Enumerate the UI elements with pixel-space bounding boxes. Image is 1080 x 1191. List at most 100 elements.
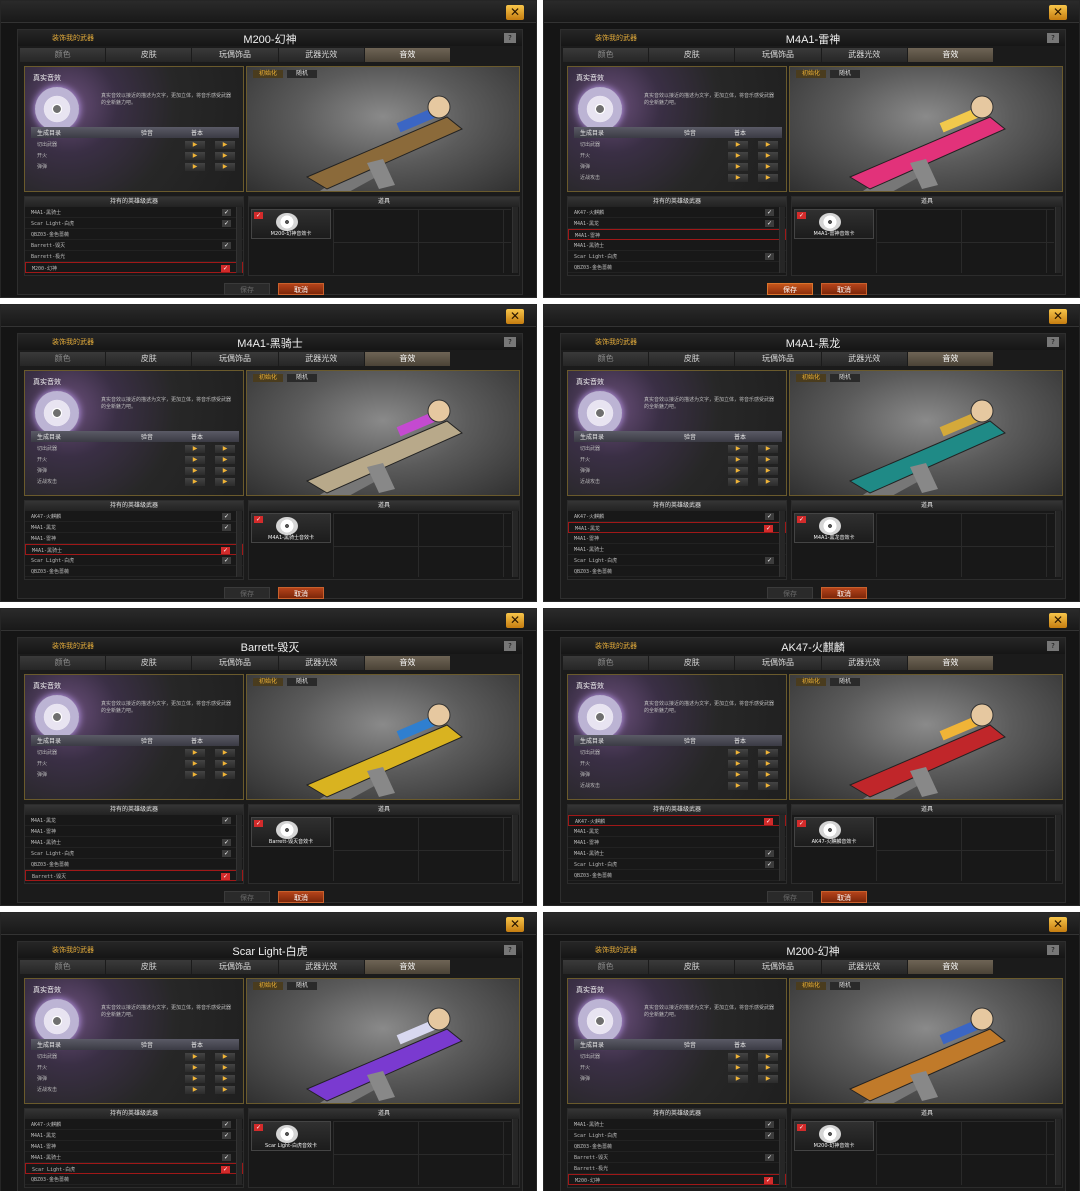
play-icon[interactable]: ▶ (728, 467, 748, 475)
tab-4[interactable]: 音效 (907, 48, 994, 62)
play-icon[interactable]: ▶ (758, 1053, 778, 1061)
hero-weapon-row[interactable]: QBZ03-金色蔷薇 (25, 229, 243, 240)
save-button[interactable]: 保存 (767, 891, 813, 903)
tab-3[interactable]: 武器光效 (821, 48, 907, 62)
tab-3[interactable]: 武器光效 (278, 48, 364, 62)
tab-2[interactable]: 玩偶饰品 (735, 352, 821, 366)
help-button[interactable]: ? (1047, 33, 1059, 43)
checkbox-icon[interactable]: ✓ (221, 873, 230, 880)
hero-weapon-row[interactable]: Barrett-毁灭 ✓ (568, 1152, 786, 1163)
play-icon[interactable]: ▶ (215, 749, 235, 757)
cancel-button[interactable]: 取消 (821, 283, 867, 295)
scrollbar[interactable] (512, 511, 518, 577)
hero-weapon-row[interactable]: Scar Light-白虎 ✓ (25, 1163, 243, 1174)
hero-weapon-row[interactable]: AK47-火麒麟 ✓ (25, 511, 243, 522)
checkbox-icon[interactable]: ✓ (221, 1166, 230, 1173)
tab-1[interactable]: 皮肤 (106, 48, 192, 62)
tab-2[interactable]: 玩偶饰品 (192, 48, 278, 62)
play-icon[interactable]: ▶ (728, 445, 748, 453)
play-icon[interactable]: ▶ (215, 163, 235, 171)
play-icon[interactable]: ▶ (185, 152, 205, 160)
prop-card[interactable]: ✓ Barrett-毁灭音效卡 (251, 817, 331, 847)
hero-weapon-row[interactable]: M4A1-黑骑士 (568, 240, 786, 251)
tab-0[interactable]: 颜色 (563, 656, 649, 670)
play-icon[interactable]: ▶ (758, 760, 778, 768)
hero-weapon-row[interactable]: M200-幻神 ✓ (25, 262, 243, 273)
checkbox-icon[interactable]: ✓ (764, 818, 773, 825)
tab-3[interactable]: 武器光效 (821, 352, 907, 366)
tab-1[interactable]: 皮肤 (649, 48, 735, 62)
cancel-button[interactable]: 取消 (278, 587, 324, 599)
hero-weapon-row[interactable]: M4A1-雷神 (568, 533, 786, 544)
play-icon[interactable]: ▶ (758, 478, 778, 486)
prop-card[interactable]: ✓ M200-幻神音效卡 (794, 1121, 874, 1151)
play-icon[interactable]: ▶ (185, 445, 205, 453)
checkbox-icon[interactable]: ✓ (765, 209, 774, 216)
hero-weapon-row[interactable]: QBZ03-金色蔷薇 (25, 566, 243, 577)
checkbox-icon[interactable]: ✓ (222, 839, 231, 846)
checkbox-icon[interactable]: ✓ (765, 850, 774, 857)
close-button[interactable]: ✕ (506, 309, 524, 324)
tab-4[interactable]: 音效 (907, 656, 994, 670)
play-icon[interactable]: ▶ (185, 141, 205, 149)
prop-card[interactable]: ✓ Scar Light-白虎音效卡 (251, 1121, 331, 1151)
hero-weapon-row[interactable]: Barrett-毁灭 ✓ (25, 870, 243, 881)
play-icon[interactable]: ▶ (215, 152, 235, 160)
save-button[interactable]: 保存 (224, 283, 270, 295)
play-icon[interactable]: ▶ (758, 456, 778, 464)
checkbox-icon[interactable]: ✓ (764, 1177, 773, 1184)
tab-2[interactable]: 玩偶饰品 (735, 656, 821, 670)
play-icon[interactable]: ▶ (185, 749, 205, 757)
tab-1[interactable]: 皮肤 (106, 352, 192, 366)
tab-0[interactable]: 颜色 (563, 48, 649, 62)
help-button[interactable]: ? (504, 33, 516, 43)
prop-card[interactable]: ✓ AK47-火麒麟音效卡 (794, 817, 874, 847)
hero-weapon-row[interactable]: M4A1-黑龙 ✓ (568, 522, 786, 533)
checkbox-icon[interactable]: ✓ (222, 1154, 231, 1161)
hero-weapon-row[interactable]: M4A1-雷神 (25, 826, 243, 837)
scrollbar[interactable] (512, 207, 518, 273)
hero-weapon-row[interactable]: QBZ03-金色蔷薇 (568, 566, 786, 577)
scrollbar[interactable] (1055, 815, 1061, 881)
play-icon[interactable]: ▶ (758, 152, 778, 160)
hero-weapon-row[interactable]: M4A1-黑龙 ✓ (25, 522, 243, 533)
tab-1[interactable]: 皮肤 (106, 960, 192, 974)
scrollbar[interactable] (1055, 1119, 1061, 1185)
close-button[interactable]: ✕ (506, 917, 524, 932)
checkbox-icon[interactable]: ✓ (222, 242, 231, 249)
help-button[interactable]: ? (504, 641, 516, 651)
hero-weapon-row[interactable]: Barrett-毁灭 ✓ (25, 240, 243, 251)
hero-weapon-row[interactable]: Scar Light-白虎 ✓ (568, 251, 786, 262)
hero-weapon-row[interactable]: M4A1-黑龙 ✓ (25, 815, 243, 826)
scrollbar[interactable] (236, 511, 242, 577)
tab-4[interactable]: 音效 (364, 48, 451, 62)
hero-weapon-row[interactable]: M4A1-雷神 (25, 1141, 243, 1152)
play-icon[interactable]: ▶ (728, 1064, 748, 1072)
help-button[interactable]: ? (504, 945, 516, 955)
hero-weapon-row[interactable]: Scar Light-白虎 ✓ (568, 1130, 786, 1141)
checkbox-icon[interactable]: ✓ (222, 220, 231, 227)
close-button[interactable]: ✕ (506, 613, 524, 628)
hero-weapon-row[interactable]: QBZ03-金色蔷薇 (568, 262, 786, 273)
help-button[interactable]: ? (504, 337, 516, 347)
tab-2[interactable]: 玩偶饰品 (735, 48, 821, 62)
close-button[interactable]: ✕ (1049, 613, 1067, 628)
checkbox-icon[interactable]: ✓ (222, 850, 231, 857)
play-icon[interactable]: ▶ (728, 478, 748, 486)
close-button[interactable]: ✕ (1049, 5, 1067, 20)
play-icon[interactable]: ▶ (758, 163, 778, 171)
save-button[interactable]: 保存 (224, 587, 270, 599)
checkbox-icon[interactable]: ✓ (222, 1121, 231, 1128)
hero-weapon-row[interactable]: M4A1-黑骑士 ✓ (25, 1152, 243, 1163)
hero-weapon-row[interactable]: M4A1-黑龙 (568, 826, 786, 837)
help-button[interactable]: ? (1047, 641, 1059, 651)
checkbox-icon[interactable]: ✓ (221, 547, 230, 554)
save-button[interactable]: 保存 (767, 283, 813, 295)
play-icon[interactable]: ▶ (215, 1053, 235, 1061)
play-icon[interactable]: ▶ (215, 1086, 235, 1094)
scrollbar[interactable] (236, 1119, 242, 1185)
tab-1[interactable]: 皮肤 (649, 352, 735, 366)
play-icon[interactable]: ▶ (758, 174, 778, 182)
hero-weapon-row[interactable]: AK47-火麒麟 ✓ (568, 511, 786, 522)
tab-3[interactable]: 武器光效 (278, 352, 364, 366)
